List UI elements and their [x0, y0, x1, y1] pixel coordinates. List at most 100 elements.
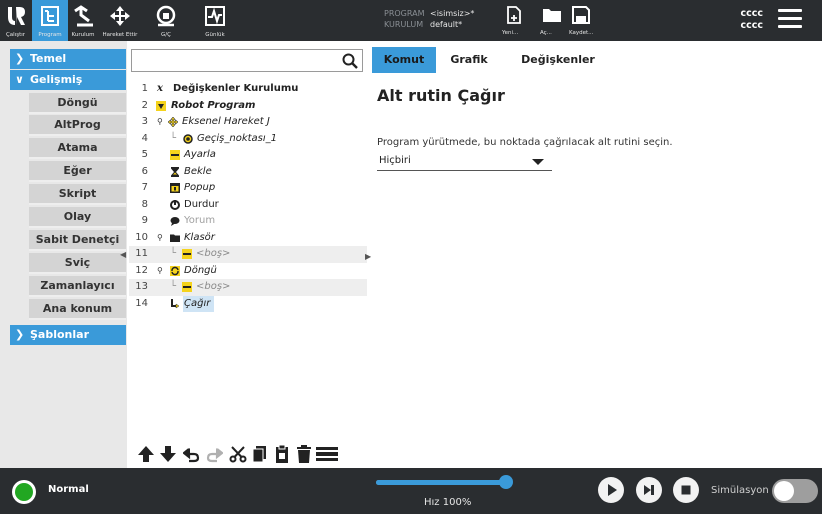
tab-degiskenler[interactable]: Değişkenler: [516, 47, 600, 73]
new-file-button[interactable]: Yeni...: [494, 0, 534, 41]
tree-row[interactable]: 8 Durdur: [129, 197, 367, 214]
program-key: PROGRAM: [384, 9, 425, 18]
subroutine-select-value: Hiçbiri: [379, 155, 411, 166]
copy-icon[interactable]: [251, 444, 269, 464]
nav-item-skript[interactable]: Skript: [29, 184, 126, 205]
nav-run-label: Çalıştır: [5, 32, 26, 38]
move-down-icon[interactable]: [159, 444, 177, 464]
speed-slider-thumb[interactable]: [499, 475, 513, 489]
tree-branch-line: └: [170, 281, 177, 292]
io-icon: [156, 5, 176, 26]
tree-row[interactable]: 4 └ Geçiş_noktası_1: [129, 131, 367, 148]
tree-search-input[interactable]: [131, 49, 363, 72]
search-icon[interactable]: [342, 53, 358, 69]
ur-logo-icon: [7, 6, 25, 25]
empty-node-icon: [182, 249, 192, 259]
play-icon: [608, 484, 617, 496]
nav-item-dongu[interactable]: Döngü: [29, 93, 126, 114]
nav-section-sablonlar[interactable]: ❯ Şablonlar: [10, 325, 126, 345]
new-file-icon: [507, 6, 521, 24]
tree-row[interactable]: 11 └ <boş>: [129, 246, 367, 263]
tree-row[interactable]: 9 Yorum: [129, 213, 367, 230]
nav-run[interactable]: Çalıştır: [0, 0, 31, 41]
tab-komut[interactable]: Komut: [372, 47, 436, 73]
nav-section-sablonlar-label: Şablonlar: [30, 328, 89, 341]
line-number: 14: [135, 297, 148, 309]
folder-icon: [543, 9, 561, 22]
collapse-left-arrow-icon[interactable]: ◀: [120, 250, 126, 259]
redo-icon[interactable]: [205, 444, 223, 464]
nav-item-zamanlayici[interactable]: Zamanlayıcı: [29, 276, 126, 297]
nav-move[interactable]: Hareket Ettir: [99, 0, 141, 41]
loop-icon: [170, 265, 180, 276]
nav-item-atama[interactable]: Atama: [29, 138, 126, 159]
tree-row[interactable]: 12 ⚲ Döngü: [129, 263, 367, 280]
tree-node-label: Yorum: [184, 215, 216, 226]
robot-program-icon: [156, 100, 166, 111]
cut-icon[interactable]: [229, 444, 247, 464]
step-button[interactable]: [636, 477, 662, 503]
paste-icon[interactable]: [273, 444, 291, 464]
tree-row[interactable]: 6 Bekle: [129, 164, 367, 181]
folder-icon: [170, 233, 180, 243]
tree-row[interactable]: 13 └ <boş>: [129, 279, 367, 296]
tree-row[interactable]: 10 ⚲ Klasör: [129, 230, 367, 247]
comment-icon: [170, 216, 180, 226]
nav-item-altprog[interactable]: AltProg: [29, 115, 126, 136]
chevron-right-icon: ❯: [15, 328, 25, 341]
suppress-icon[interactable]: [315, 444, 339, 464]
nav-program-label: Program: [38, 32, 62, 38]
line-number: 11: [135, 248, 148, 259]
installation-key: KURULUM: [384, 20, 424, 29]
subroutine-select[interactable]: Hiçbiri: [377, 152, 552, 171]
tab-grafik[interactable]: Grafik: [444, 47, 494, 73]
tree-row[interactable]: 2 Robot Program: [129, 98, 367, 115]
nav-log-label: Günlük: [205, 32, 225, 38]
tree-row[interactable]: 7 Popup: [129, 180, 367, 197]
line-number: 8: [141, 198, 148, 210]
nav-move-label: Hareket Ettir: [102, 32, 138, 38]
line-number: 9: [141, 215, 148, 226]
nav-section-gelismis-label: Gelişmiş: [30, 73, 83, 86]
speed-slider[interactable]: [376, 480, 506, 485]
nav-installation-label: Kurulum: [71, 32, 95, 38]
stop-button[interactable]: [673, 477, 699, 503]
tree-node-label: Eksenel Hareket J: [182, 116, 270, 127]
move-joint-icon: [167, 116, 179, 128]
hamburger-menu-icon[interactable]: [778, 9, 802, 31]
tree-node-label: Robot Program: [171, 99, 256, 111]
stop-icon: [681, 485, 691, 495]
nav-io[interactable]: G/Ç: [141, 0, 191, 41]
tree-expand-icon[interactable]: ⚲: [157, 114, 163, 130]
tree-row[interactable]: 5 Ayarla: [129, 147, 367, 164]
nav-installation[interactable]: Kurulum: [68, 0, 98, 41]
simulation-toggle[interactable]: [772, 479, 818, 503]
status-indicator-icon[interactable]: [12, 480, 36, 504]
move-up-icon[interactable]: [137, 444, 155, 464]
nav-item-eger[interactable]: Eğer: [29, 161, 126, 182]
play-button[interactable]: [598, 477, 624, 503]
top-bar: Çalıştır Program Kurulum Hareket Ettir G…: [0, 0, 822, 41]
save-file-button[interactable]: Kaydet...: [561, 0, 601, 41]
nav-item-ana-konum[interactable]: Ana konum: [29, 299, 126, 320]
tree-row-selected[interactable]: 14 Çağır: [129, 295, 367, 313]
nav-item-svic[interactable]: Sviç: [29, 253, 126, 274]
nav-log[interactable]: Günlük: [191, 0, 239, 41]
tree-expand-icon[interactable]: ⚲: [157, 263, 163, 279]
tree-row[interactable]: 1 x Değişkenler Kurulumu: [129, 81, 367, 98]
waypoint-icon: [183, 133, 193, 144]
collapse-right-arrow-icon[interactable]: ▶: [365, 252, 371, 261]
line-number: 2: [141, 99, 148, 111]
nav-section-gelismis[interactable]: ∨ Gelişmiş: [10, 70, 126, 90]
undo-icon[interactable]: [183, 444, 201, 464]
nav-program[interactable]: Program: [32, 0, 68, 41]
nav-item-olay[interactable]: Olay: [29, 207, 126, 228]
delete-icon[interactable]: [295, 444, 313, 464]
tree-expand-icon[interactable]: ⚲: [157, 230, 163, 246]
tree-branch-line: └: [170, 248, 177, 259]
nav-item-sabit-denetci[interactable]: Sabit Denetçi: [29, 230, 126, 251]
set-icon: [170, 150, 180, 160]
tree-node-label: Geçiş_noktası_1: [197, 132, 278, 144]
tree-row[interactable]: 3 ⚲ Eksenel Hareket J: [129, 114, 367, 131]
nav-section-temel[interactable]: ❯ Temel: [10, 49, 126, 69]
